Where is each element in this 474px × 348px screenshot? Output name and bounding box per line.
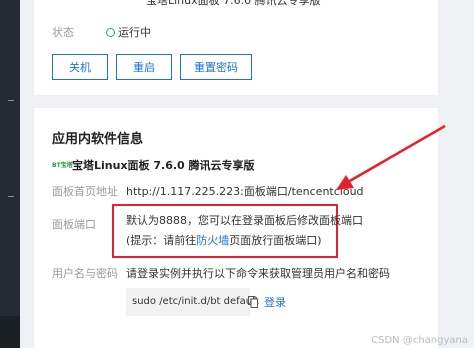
red-arrow-annotation [336, 124, 446, 190]
watermark: CSDN @changyana [371, 335, 468, 346]
